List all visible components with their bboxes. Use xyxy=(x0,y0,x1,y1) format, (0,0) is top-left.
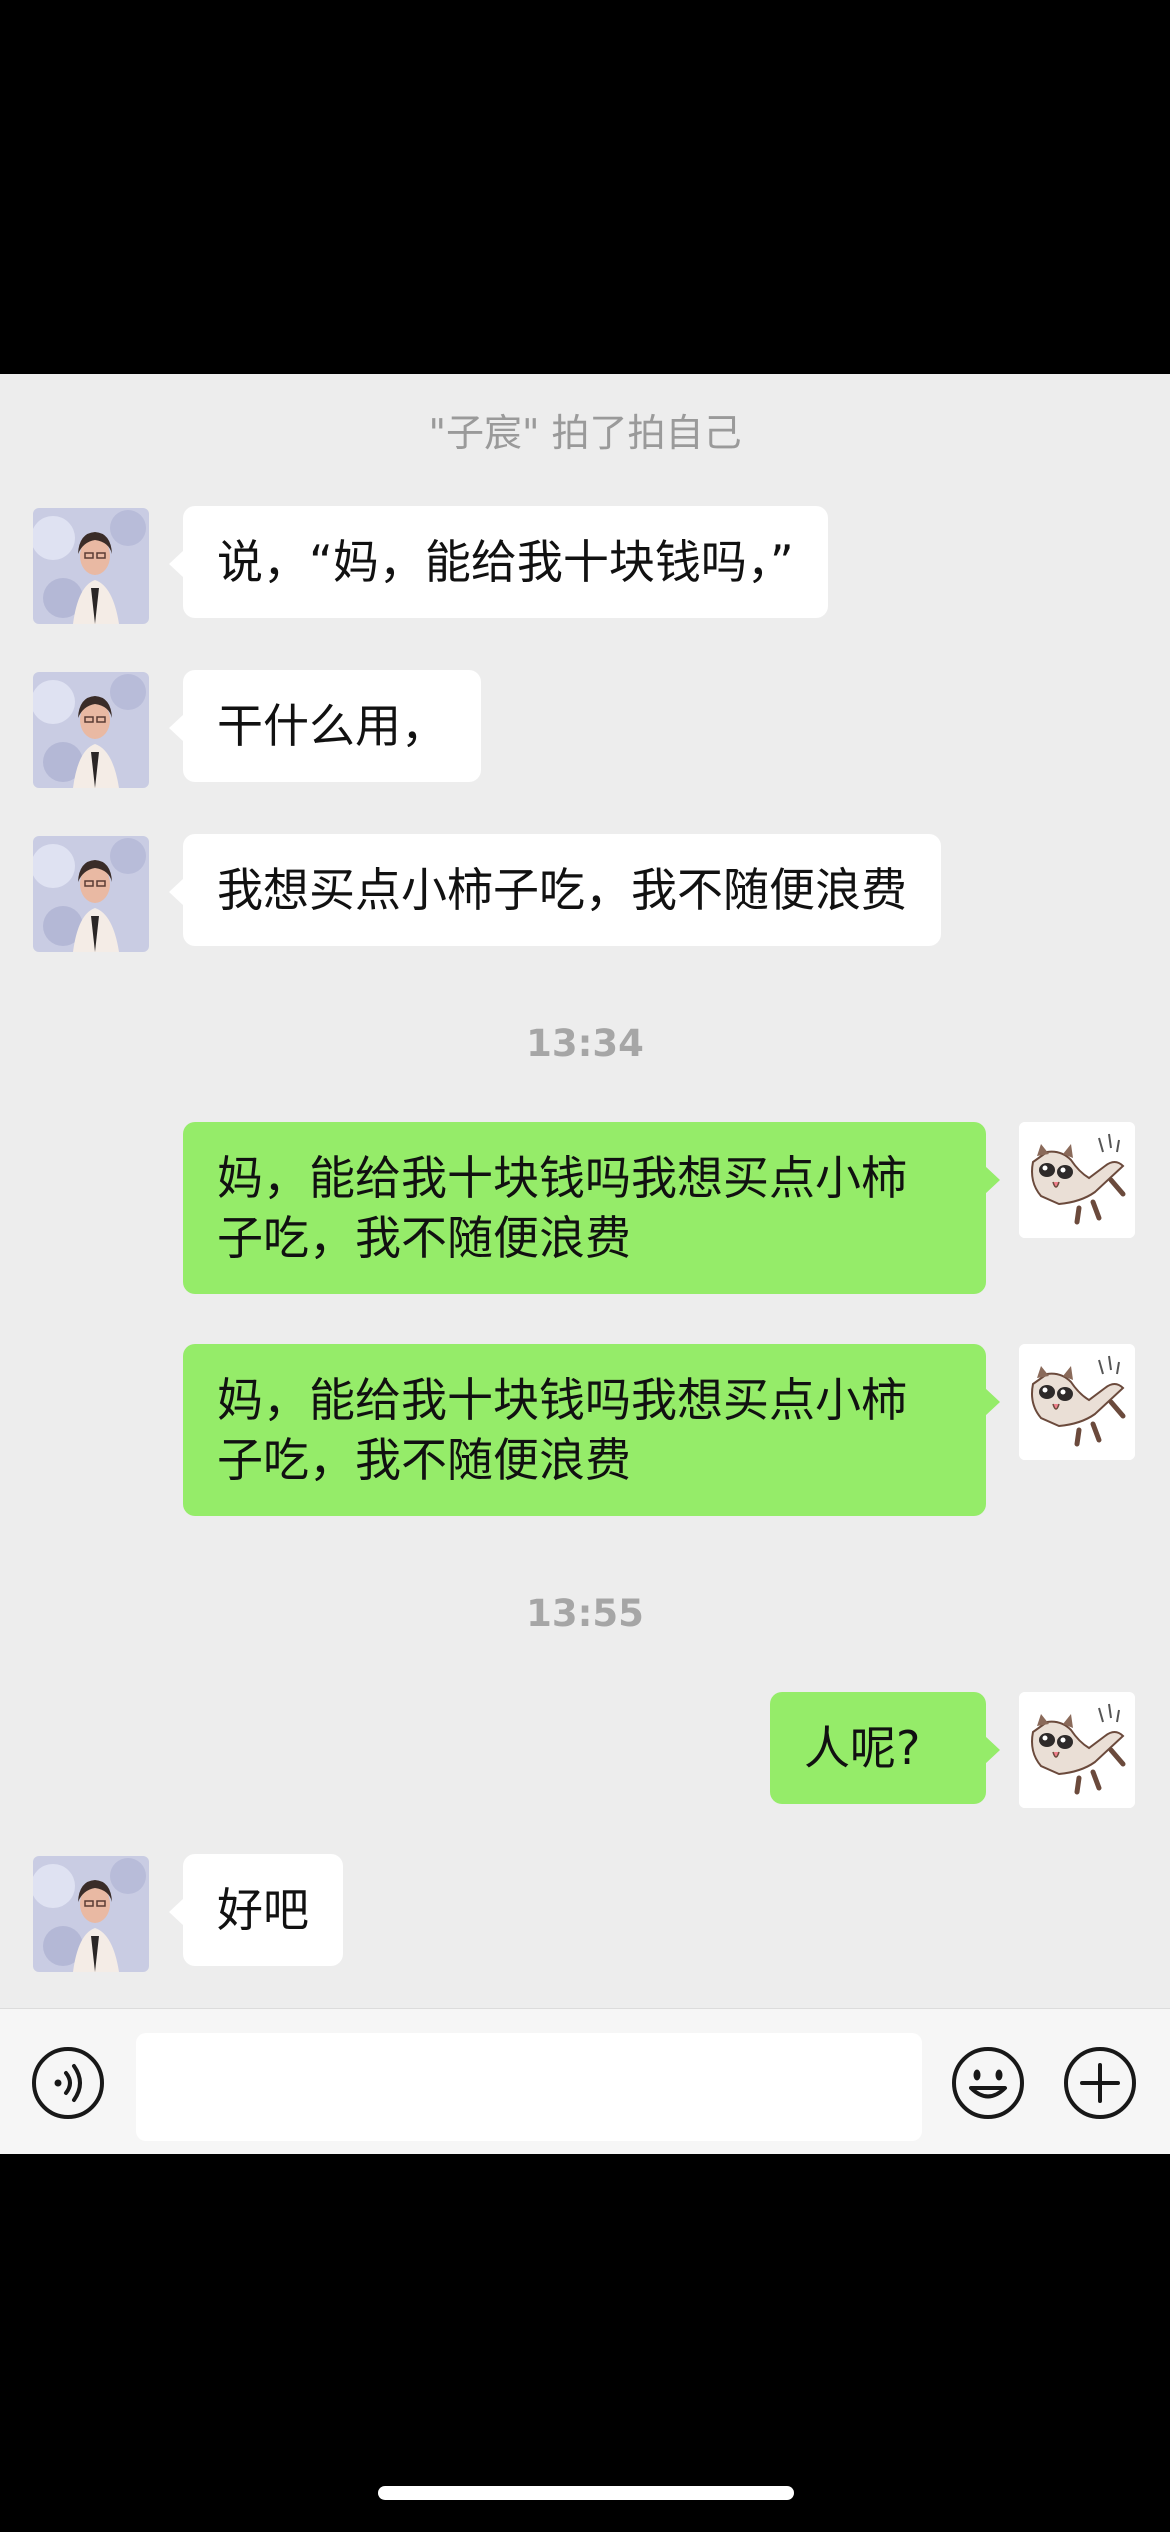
chat-message-list[interactable]: "子宸" 拍了拍自己 说，“妈，能给我十块钱吗，” 干什么用， 我想买点小柿子吃… xyxy=(0,374,1170,2008)
self-avatar[interactable] xyxy=(1019,1122,1135,1238)
outgoing-message-bubble[interactable]: 妈，能给我十块钱吗我想买点小柿子吃，我不随便浪费 xyxy=(183,1122,1000,1294)
plus-icon[interactable] xyxy=(1062,2045,1138,2121)
home-indicator[interactable] xyxy=(378,2486,794,2500)
incoming-message-bubble[interactable]: 说，“妈，能给我十块钱吗，” xyxy=(169,506,828,618)
self-avatar[interactable] xyxy=(1019,1692,1135,1808)
message-text: 人呢? xyxy=(804,1721,921,1775)
bottom-safe-area xyxy=(0,2154,1170,2532)
chat-input-bar xyxy=(0,2008,1170,2155)
incoming-message-bubble[interactable]: 好吧 xyxy=(169,1854,343,1966)
self-avatar[interactable] xyxy=(1019,1344,1135,1460)
status-bar-area xyxy=(0,0,1170,374)
timestamp: 13:34 xyxy=(526,1022,644,1065)
incoming-message-bubble[interactable]: 我想买点小柿子吃，我不随便浪费 xyxy=(169,834,941,946)
outgoing-message-bubble[interactable]: 人呢? xyxy=(770,1692,1000,1804)
mother-avatar[interactable] xyxy=(33,672,149,788)
message-text: 我想买点小柿子吃，我不随便浪费 xyxy=(217,863,907,917)
mother-avatar[interactable] xyxy=(33,1856,149,1972)
message-text: 妈，能给我十块钱吗我想买点小柿子吃，我不随便浪费 xyxy=(217,1373,907,1487)
message-text: 好吧 xyxy=(217,1883,309,1937)
message-text: 干什么用， xyxy=(217,699,447,753)
message-input[interactable] xyxy=(136,2033,922,2141)
mother-avatar[interactable] xyxy=(33,836,149,952)
message-text: 妈，能给我十块钱吗我想买点小柿子吃，我不随便浪费 xyxy=(217,1151,907,1265)
voice-icon[interactable] xyxy=(30,2045,106,2121)
outgoing-message-bubble[interactable]: 妈，能给我十块钱吗我想买点小柿子吃，我不随便浪费 xyxy=(183,1344,1000,1516)
emoji-icon[interactable] xyxy=(950,2045,1026,2121)
message-text: 说，“妈，能给我十块钱吗，” xyxy=(217,535,794,589)
timestamp: 13:55 xyxy=(526,1592,644,1635)
pat-system-notice: "子宸" 拍了拍自己 xyxy=(428,411,742,455)
mother-avatar[interactable] xyxy=(33,508,149,624)
incoming-message-bubble[interactable]: 干什么用， xyxy=(169,670,481,782)
